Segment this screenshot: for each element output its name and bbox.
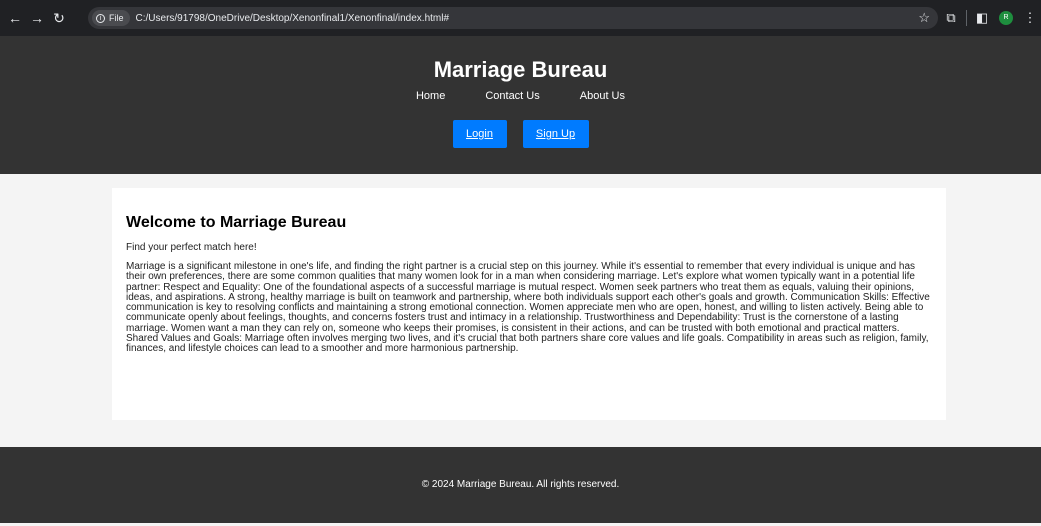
site-title: Marriage Bureau (433, 57, 608, 82)
site-nav: Home Contact Us About Us (0, 90, 1041, 102)
welcome-heading: Welcome to Marriage Bureau (126, 214, 347, 231)
menu-kebab-icon[interactable]: ⋮ (1019, 10, 1041, 26)
main-content: Welcome to Marriage Bureau Find your per… (0, 174, 1041, 447)
nav-link-about[interactable]: About Us (580, 90, 625, 102)
welcome-card: Welcome to Marriage Bureau Find your per… (112, 188, 946, 420)
toolbar-divider (966, 10, 967, 26)
file-chip-label: File (109, 13, 124, 23)
site-header: Marriage Bureau Home Contact Us About Us… (0, 36, 1041, 174)
info-icon: i (96, 13, 105, 23)
article-text: Marriage is a significant milestone in o… (126, 261, 930, 355)
nav-link-contact[interactable]: Contact Us (485, 90, 539, 102)
address-bar[interactable]: i File C:/Users/91798/OneDrive/Desktop/X… (88, 7, 938, 29)
nav-link-home[interactable]: Home (416, 90, 445, 102)
side-panel-icon[interactable]: ◧ (971, 10, 993, 26)
profile-avatar[interactable]: R (999, 11, 1013, 25)
browser-toolbar: ← → ↻ i File C:/Users/91798/OneDrive/Des… (0, 0, 1041, 36)
extensions-icon[interactable]: ⧉ (940, 10, 962, 26)
reload-icon[interactable]: ↻ (48, 7, 70, 29)
url-text[interactable]: C:/Users/91798/OneDrive/Desktop/Xenonfin… (136, 13, 450, 24)
login-button[interactable]: Login (452, 120, 507, 148)
auth-buttons: Login Sign Up (0, 120, 1041, 148)
bookmark-star-icon[interactable]: ☆ (918, 10, 930, 26)
forward-arrow-icon[interactable]: → (26, 7, 48, 29)
site-footer: © 2024 Marriage Bureau. All rights reser… (0, 447, 1041, 523)
tagline: Find your perfect match here! (126, 242, 257, 253)
signup-button[interactable]: Sign Up (522, 120, 589, 148)
footer-copyright: © 2024 Marriage Bureau. All rights reser… (421, 479, 620, 490)
back-arrow-icon[interactable]: ← (4, 7, 26, 29)
site-info-chip[interactable]: i File (92, 10, 130, 26)
